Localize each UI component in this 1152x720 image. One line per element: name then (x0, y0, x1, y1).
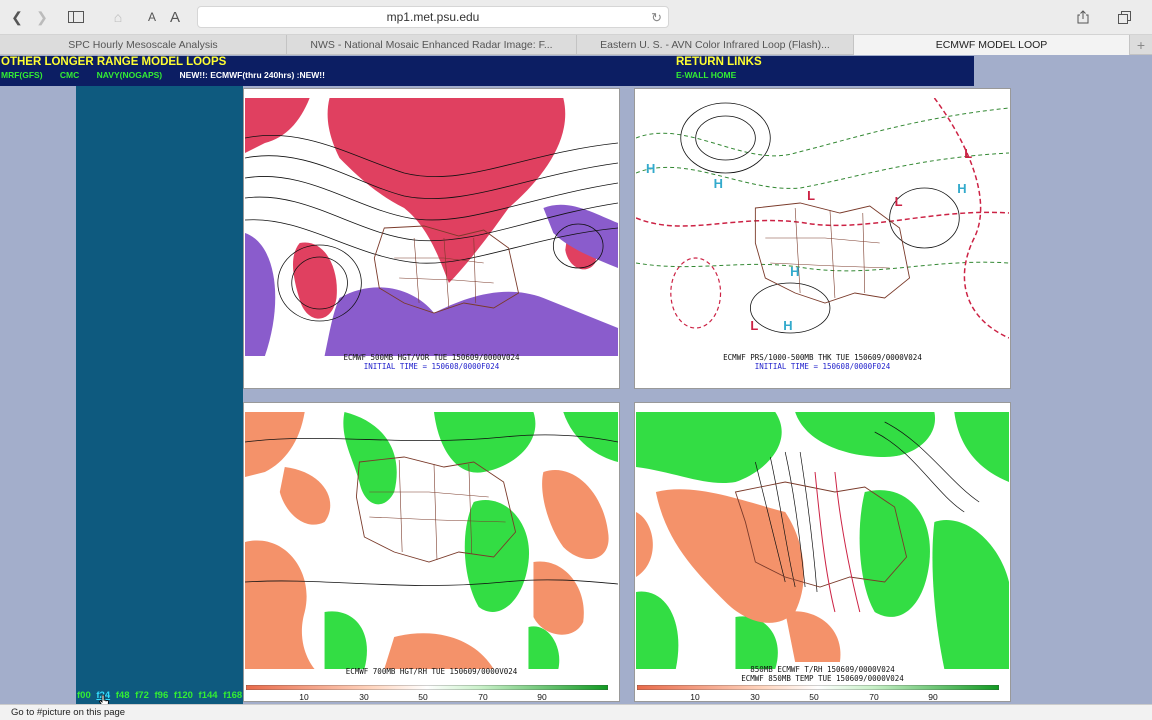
forward-button[interactable]: ❯ (31, 7, 53, 27)
tick-label: 90 (537, 692, 547, 702)
back-button[interactable]: ❮ (6, 7, 28, 27)
tick-label: 30 (359, 692, 369, 702)
font-large-label: A (169, 8, 180, 26)
svg-text:L: L (750, 318, 758, 333)
svg-text:L: L (895, 194, 903, 209)
svg-text:H: H (646, 161, 655, 176)
map-500mb-vorticity (245, 98, 618, 356)
share-button[interactable] (1072, 7, 1094, 27)
tabs-icon (1117, 10, 1131, 24)
tick-label: 70 (478, 692, 488, 702)
caption-pressure-thickness: ECMWF PRS/1000-500MB THK TUE 150609/0000… (723, 353, 922, 362)
browser-toolbar: ❮ ❯ ⌂ A A mp1.met.psu.edu ↻ (0, 0, 1152, 35)
panel-850mb-temp-rh: 850MB ECMWF T/RH 150609/0000V024 ECMWF 8… (634, 402, 1011, 702)
tick-label: 10 (690, 692, 700, 702)
tab-label: NWS - National Mosaic Enhanced Radar Ima… (310, 39, 553, 51)
link-ewall-home[interactable]: E-WALL HOME (676, 70, 736, 80)
tick-label: 10 (299, 692, 309, 702)
sidebar-toggle-button[interactable] (63, 7, 89, 27)
url-text: mp1.met.psu.edu (386, 10, 480, 24)
tick-label: 50 (809, 692, 819, 702)
sidebar-icon (68, 11, 84, 23)
colorbar-850mb (637, 685, 999, 690)
home-button[interactable]: ⌂ (106, 7, 130, 27)
model-links: MRF(GFS) CMC NAVY(NOGAPS) NEW!!: ECMWF(t… (1, 70, 325, 80)
tab-avn-loop[interactable]: Eastern U. S. - AVN Color Infrared Loop … (577, 35, 854, 55)
tab-label: ECMWF MODEL LOOP (935, 39, 1048, 51)
nav-title: OTHER LONGER RANGE MODEL LOOPS (1, 56, 227, 68)
panel-pressure-thickness: H H H H H L L L L ECMWF PRS/1000-500MB T… (634, 88, 1011, 389)
status-bar: Go to #picture on this page (0, 704, 1152, 720)
tick-label: 70 (869, 692, 879, 702)
share-icon (1077, 10, 1089, 24)
tabs-overview-button[interactable] (1113, 7, 1135, 27)
chevron-right-icon: ❯ (36, 8, 48, 25)
plus-icon: + (1136, 37, 1146, 53)
link-cmc[interactable]: CMC (60, 70, 79, 80)
init-time-pressure-thickness: INITIAL TIME = 150608/0000F024 (754, 362, 891, 371)
caption-850mb-trh: 850MB ECMWF T/RH 150609/0000V024 (750, 665, 895, 674)
svg-text:L: L (964, 146, 972, 161)
map-700mb-rh (245, 412, 618, 669)
frame-link-f72[interactable]: f72 (135, 690, 149, 701)
svg-text:L: L (807, 188, 815, 203)
page-navbar: OTHER LONGER RANGE MODEL LOOPS MRF(GFS) … (0, 56, 974, 86)
address-bar[interactable]: mp1.met.psu.edu ↻ (197, 6, 669, 28)
frame-link-f144[interactable]: f144 (199, 690, 218, 701)
colorbar-700mb (246, 685, 608, 690)
frame-link-f120[interactable]: f120 (174, 690, 193, 701)
home-icon: ⌂ (113, 9, 123, 25)
tab-label: SPC Hourly Mesoscale Analysis (68, 39, 218, 51)
tick-label: 50 (418, 692, 428, 702)
panel-500mb-vorticity: ECMWF 500MB HGT/VOR TUE 150609/0000V024 … (243, 88, 620, 389)
tab-ecmwf[interactable]: ECMWF MODEL LOOP (854, 35, 1130, 55)
caption-700mb: ECMWF 700MB HGT/RH TUE 150609/0000V024 (345, 667, 518, 676)
caption-850mb-temp: ECMWF 850MB TEMP TUE 150609/0000V024 (741, 674, 904, 683)
frame-link-f96[interactable]: f96 (155, 690, 169, 701)
svg-text:H: H (957, 181, 966, 196)
init-time-500mb: INITIAL TIME = 150608/0000F024 (363, 362, 500, 371)
frame-link-f48[interactable]: f48 (116, 690, 130, 701)
reload-icon[interactable]: ↻ (651, 10, 662, 26)
tab-label: Eastern U. S. - AVN Color Infrared Loop … (600, 39, 830, 51)
frame-link-f168[interactable]: f168 (223, 690, 242, 701)
font-small-label: A (147, 10, 156, 24)
frame-link-f00[interactable]: f00 (77, 690, 91, 701)
tab-nws-radar[interactable]: NWS - National Mosaic Enhanced Radar Ima… (287, 35, 577, 55)
sidebar (76, 86, 243, 704)
new-tab-button[interactable]: + (1130, 35, 1152, 55)
map-pressure-thickness: H H H H H L L L L (636, 98, 1009, 356)
font-smaller-button[interactable]: A (143, 7, 161, 27)
status-text: Go to #picture on this page (11, 707, 126, 718)
tab-bar: SPC Hourly Mesoscale Analysis NWS - Nati… (0, 35, 1152, 55)
chevron-left-icon: ❮ (11, 8, 23, 25)
tick-label: 30 (750, 692, 760, 702)
svg-text:H: H (790, 264, 799, 279)
font-larger-button[interactable]: A (165, 7, 185, 27)
panel-700mb-rh: ECMWF 700MB HGT/RH TUE 150609/0000V024 1… (243, 402, 620, 702)
map-850mb-temp-rh (636, 412, 1009, 669)
svg-text:H: H (783, 318, 792, 333)
return-links-title: RETURN LINKS (676, 56, 762, 68)
tab-spc[interactable]: SPC Hourly Mesoscale Analysis (0, 35, 287, 55)
tick-label: 90 (928, 692, 938, 702)
link-navy-nogaps[interactable]: NAVY(NOGAPS) (97, 70, 163, 80)
link-mrf-gfs[interactable]: MRF(GFS) (1, 70, 43, 80)
link-ecmwf-new[interactable]: NEW!!: ECMWF(thru 240hrs) :NEW!! (180, 70, 325, 80)
svg-text:H: H (714, 176, 723, 191)
caption-500mb: ECMWF 500MB HGT/VOR TUE 150609/0000V024 (343, 353, 520, 362)
